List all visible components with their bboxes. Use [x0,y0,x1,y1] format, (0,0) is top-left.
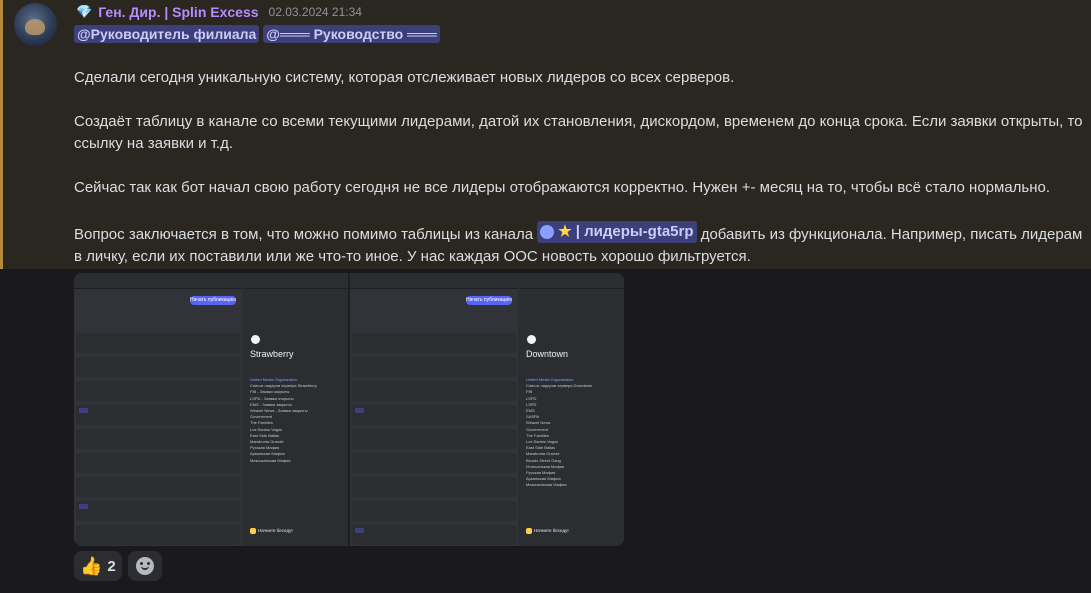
channel-mention[interactable]: ★ | лидеры-gta5rp [537,221,697,243]
list-item [352,453,516,473]
message-content: Сделали сегодня уникальную систему, кото… [74,67,1084,290]
role-mentions: @Руководитель филиала @═══ Руководство ═… [74,25,440,43]
chat-bubble-icon [527,335,536,344]
footer-text: Начните беседу! [258,528,293,534]
message-header: 💎 Ген. Дир. | Splin Excess 02.03.2024 21… [76,4,362,20]
forum-list-pane: Начать публикацию [350,273,518,546]
mention-chip [355,408,364,413]
add-reaction-icon [135,557,154,575]
list-item [352,429,516,449]
gem-icon: 💎 [76,4,93,19]
leaders-list: United Media Organization Список лидеров … [250,377,344,464]
leader-line: Мексиканская Мафия [526,482,567,488]
message-paragraph-last: Вопрос заключается в том, что можно поми… [74,221,1084,268]
mention-chip [79,408,88,413]
list-item [76,501,240,521]
list-item [76,525,240,545]
message-paragraph: Сейчас так как бот начал свою работу сег… [74,179,1051,196]
wave-icon [250,528,256,534]
chat-bubble-icon [251,335,260,344]
message-paragraph: Сделали сегодня уникальную систему, кото… [74,69,735,86]
thread-topbar [244,273,348,289]
thread-title: Strawberry [250,349,294,359]
leader-line: Мексиканская Мафия [250,457,291,463]
publish-button: Начать публикацию [190,296,236,305]
list-item [76,453,240,473]
reactions-bar: 👍 2 [74,551,162,581]
thread-pane: Downtown United Media Organization Список… [520,273,624,546]
forum-topbar [350,273,518,289]
reaction-count: 2 [107,557,116,575]
thread-title: Downtown [526,349,569,359]
thread-footer: Начните беседу! [526,528,569,534]
leaders-list: United Media Organization Список лидеров … [526,377,620,489]
timestamp[interactable]: 02.03.2024 21:34 [269,5,362,19]
list-item [76,333,240,353]
list-item [352,477,516,497]
forum-list-pane: Начать публикацию [74,273,242,546]
role-mention[interactable]: @Руководитель филиала [74,25,260,43]
list-item [76,405,240,425]
list-item [352,501,516,521]
forum-topbar [74,273,242,289]
avatar[interactable] [14,3,57,46]
thumbs-up-icon: 👍 [80,555,103,576]
role-mention[interactable]: @═══ Руководство ═══ [263,25,440,43]
author-name[interactable]: Ген. Дир. | Splin Excess [98,4,258,20]
thread-topbar [520,273,624,289]
list-item [76,381,240,401]
list-item [76,429,240,449]
image-attachment[interactable]: Начать публикацию Strawberry United Medi… [74,273,624,546]
channel-name: | лидеры-gta5rp [575,223,694,240]
list-item [352,357,516,377]
list-item [76,357,240,377]
screenshot-downtown[interactable]: Начать публикацию Downtown United Media … [350,273,624,546]
message-paragraph: Создаёт таблицу в канале со всеми текущи… [74,113,1083,152]
paragraph-text: Вопрос заключается в том, что можно поми… [74,226,534,243]
mention-chip [355,528,364,533]
list-item [76,477,240,497]
reaction-thumbs-up[interactable]: 👍 2 [74,551,122,581]
add-reaction-button[interactable] [127,551,162,581]
list-item [352,381,516,401]
wave-icon [526,528,532,534]
mention-chip [79,504,88,509]
publish-button: Начать публикацию [466,296,512,305]
list-item [352,333,516,353]
mention-highlight-bar [0,0,3,269]
list-item [352,405,516,425]
screenshot-strawberry[interactable]: Начать публикацию Strawberry United Medi… [74,273,348,546]
thread-pane: Strawberry United Media Organization Спис… [244,273,348,546]
thread-footer: Начните беседу! [250,528,293,534]
list-item [352,525,516,545]
channel-icon [540,225,555,239]
star-icon: ★ [558,223,572,240]
footer-text: Начните беседу! [534,528,569,534]
